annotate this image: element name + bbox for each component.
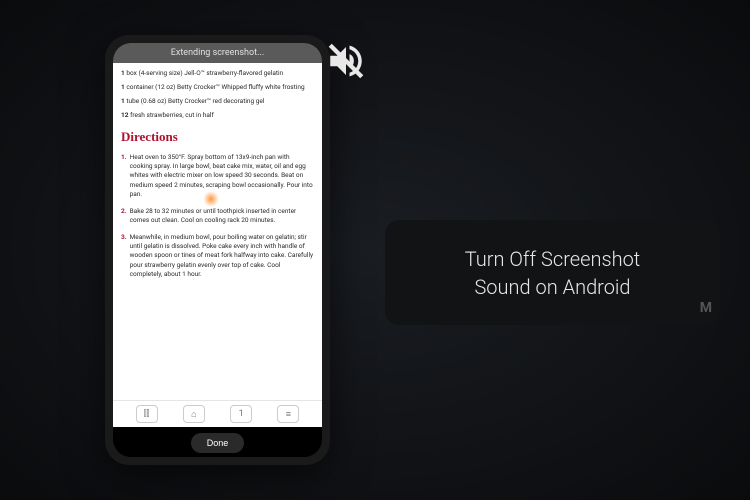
title-card: Turn Off Screenshot Sound on Android M [385, 220, 720, 325]
done-button[interactable]: Done [191, 433, 245, 453]
watermark: M [700, 299, 712, 319]
screenshot-status-bar: Extending screenshot... [113, 43, 322, 63]
ingredient-item: 1 box (4-serving size) Jell-O™ strawberr… [121, 69, 314, 78]
direction-step: 1.Heat oven to 350°F. Spray bottom of 13… [121, 153, 314, 200]
phone-screen: Extending screenshot... 1 box (4-serving… [113, 43, 322, 457]
direction-step: 2.Bake 28 to 32 minutes or until toothpi… [121, 207, 314, 226]
menu-icon[interactable]: ≡ [277, 405, 299, 423]
title-line-1: Turn Off Screenshot [465, 245, 640, 273]
recipe-content[interactable]: 1 box (4-serving size) Jell-O™ strawberr… [113, 63, 322, 400]
mute-icon [325, 40, 367, 86]
ingredient-item: 1 tube (0.68 oz) Betty Crocker™ red deco… [121, 97, 314, 106]
ingredient-item: 12 fresh strawberries, cut in half [121, 111, 314, 120]
directions-heading: Directions [121, 128, 314, 146]
ingredient-item: 1 container (12 oz) Betty Crocker™ Whipp… [121, 83, 314, 92]
title-line-2: Sound on Android [474, 273, 630, 301]
reader-bottom-bar: ⫿⫿ ⌂ 1 ≡ [113, 400, 322, 427]
phone-frame: Extending screenshot... 1 box (4-serving… [105, 35, 330, 465]
book-view-icon[interactable]: ⫿⫿ [136, 405, 158, 423]
done-row: Done [113, 427, 322, 457]
home-icon[interactable]: ⌂ [183, 405, 205, 423]
page-indicator[interactable]: 1 [230, 405, 252, 423]
direction-step: 3.Meanwhile, in medium bowl, pour boilin… [121, 233, 314, 280]
